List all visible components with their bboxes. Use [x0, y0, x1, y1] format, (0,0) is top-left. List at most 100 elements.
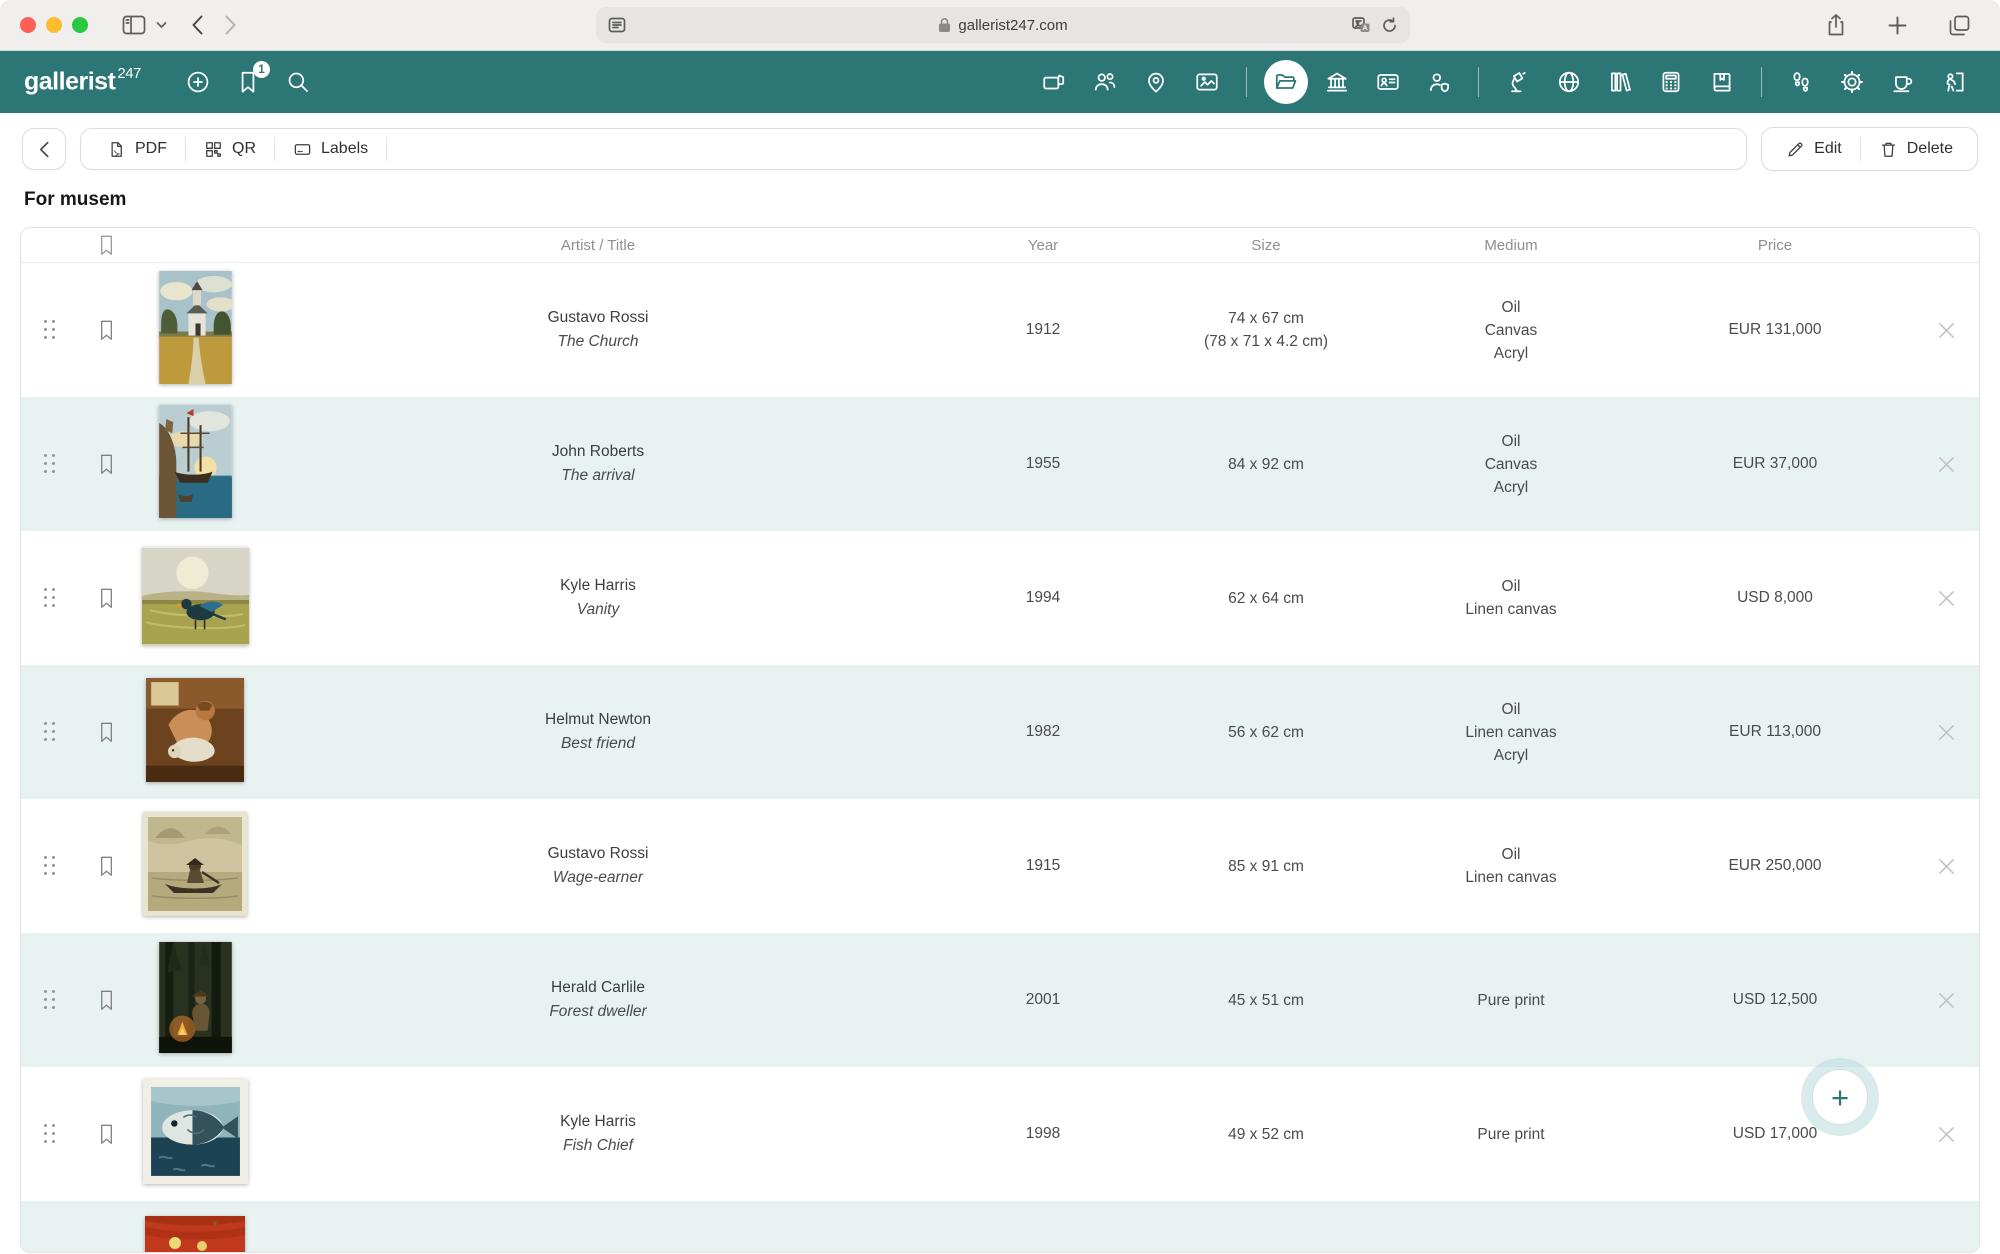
page-title: For musem	[24, 189, 2000, 211]
pdf-button[interactable]: PDF	[89, 129, 185, 169]
artwork-title: Vanity	[257, 598, 939, 622]
delete-button[interactable]: Delete	[1861, 128, 1971, 170]
artwork-thumbnail[interactable]	[159, 942, 232, 1053]
sidebar-dropdown-button[interactable]	[156, 21, 167, 29]
nav-consultants[interactable]	[1417, 60, 1461, 104]
table-row[interactable]: Herald Carlile Forest dweller 2001 45 x …	[21, 933, 1979, 1067]
user-shield-icon	[1426, 69, 1452, 95]
nav-catalog[interactable]	[1700, 60, 1744, 104]
new-tab-button[interactable]	[1888, 16, 1907, 35]
labels-button[interactable]: Labels	[275, 129, 386, 169]
row-bookmark-icon[interactable]	[96, 854, 117, 879]
artwork-thumbnail[interactable]	[146, 678, 244, 782]
row-bookmark-icon[interactable]	[96, 988, 117, 1013]
row-bookmark-icon[interactable]	[96, 1122, 117, 1147]
remove-icon[interactable]	[1936, 454, 1957, 475]
bookmarks-button[interactable]: 1	[235, 69, 261, 95]
table-row[interactable]: Helmut Newton Best friend 1982 56 x 62 c…	[21, 665, 1979, 799]
search-button[interactable]	[285, 69, 311, 95]
nav-logout[interactable]	[1932, 60, 1976, 104]
row-bookmark-icon[interactable]	[96, 586, 117, 611]
minimize-window-button[interactable]	[46, 17, 62, 33]
artwork-title: Forest dweller	[257, 1000, 939, 1024]
remove-icon[interactable]	[1936, 1124, 1957, 1145]
edit-delete-group: Edit Delete	[1761, 127, 1978, 171]
address-bar[interactable]: gallerist247.com	[596, 7, 1410, 43]
page-toolbar: PDF QR Labels Edit Delete	[22, 127, 1978, 171]
add-artwork-fab[interactable]: +	[1801, 1058, 1879, 1136]
artwork-thumbnail[interactable]	[145, 1216, 245, 1254]
row-bookmark-icon[interactable]	[96, 318, 117, 343]
pdf-button-label: PDF	[135, 140, 167, 158]
nav-globe[interactable]	[1547, 60, 1591, 104]
artwork-thumbnail[interactable]	[159, 405, 232, 518]
label-icon	[293, 140, 312, 159]
nav-library[interactable]	[1598, 60, 1642, 104]
translate-icon[interactable]	[1352, 17, 1371, 33]
table-row[interactable]: Gustavo Rossi Wage-earner 1915 85 x 91 c…	[21, 799, 1979, 933]
artwork-price: USD 17,000	[1637, 1125, 1913, 1143]
share-button[interactable]	[1826, 13, 1846, 37]
nav-collections[interactable]	[1264, 60, 1308, 104]
remove-icon[interactable]	[1936, 588, 1957, 609]
drag-handle-icon[interactable]	[44, 990, 56, 1010]
remove-icon[interactable]	[1936, 990, 1957, 1011]
nav-locations[interactable]	[1134, 60, 1178, 104]
drag-handle-icon[interactable]	[44, 722, 56, 742]
table-row[interactable]	[21, 1201, 1979, 1253]
artist-name: John Roberts	[257, 440, 939, 464]
sidebar-toggle-button[interactable]	[122, 15, 146, 35]
table-row[interactable]: John Roberts The arrival 1955 84 x 92 cm…	[21, 397, 1979, 531]
drag-handle-icon[interactable]	[44, 856, 56, 876]
nav-divider	[1246, 67, 1247, 97]
artist-name: Gustavo Rossi	[257, 306, 939, 330]
artwork-title: Best friend	[257, 732, 939, 756]
zoom-window-button[interactable]	[72, 17, 88, 33]
table-row[interactable]: Kyle Harris Fish Chief 1998 49 x 52 cm P…	[21, 1067, 1979, 1201]
table-row[interactable]: Kyle Harris Vanity 1994 62 x 64 cm OilLi…	[21, 531, 1979, 665]
reader-controls[interactable]	[608, 17, 626, 33]
nav-contacts[interactable]	[1083, 60, 1127, 104]
artwork-thumbnail[interactable]	[159, 271, 232, 384]
drag-handle-icon[interactable]	[44, 320, 56, 340]
drag-handle-icon[interactable]	[44, 1124, 56, 1144]
back-navigation-button[interactable]	[22, 128, 66, 170]
edit-button[interactable]: Edit	[1768, 128, 1860, 170]
remove-icon[interactable]	[1936, 856, 1957, 877]
qr-button[interactable]: QR	[186, 129, 274, 169]
back-button[interactable]	[191, 14, 204, 36]
nav-artworks[interactable]	[1032, 60, 1076, 104]
tab-overview-button[interactable]	[1949, 15, 1970, 36]
nav-coffee[interactable]	[1881, 60, 1925, 104]
remove-icon[interactable]	[1936, 722, 1957, 743]
mail-image-icon	[1194, 69, 1220, 95]
remove-icon[interactable]	[1936, 320, 1957, 341]
artwork-thumbnail[interactable]	[142, 547, 249, 645]
nav-mail[interactable]	[1185, 60, 1229, 104]
reload-icon[interactable]	[1381, 17, 1398, 34]
row-bookmark-icon[interactable]	[96, 720, 117, 745]
coffee-cup-icon	[1890, 69, 1916, 95]
forward-button[interactable]	[224, 14, 237, 36]
artwork-medium: OilLinen canvas	[1385, 843, 1637, 889]
nav-lamp[interactable]	[1496, 60, 1540, 104]
artwork-year: 2001	[939, 991, 1147, 1009]
close-window-button[interactable]	[20, 17, 36, 33]
artwork-thumbnail[interactable]	[143, 1079, 248, 1184]
drag-handle-icon[interactable]	[44, 454, 56, 474]
plus-icon	[1888, 16, 1907, 35]
nav-id-cards[interactable]	[1366, 60, 1410, 104]
nav-footprints[interactable]	[1779, 60, 1823, 104]
artwork-thumbnail[interactable]	[143, 812, 247, 916]
column-price: Price	[1637, 237, 1913, 254]
artwork-price: USD 12,500	[1637, 991, 1913, 1009]
nav-settings[interactable]	[1830, 60, 1874, 104]
nav-institutions[interactable]	[1315, 60, 1359, 104]
drag-handle-icon[interactable]	[44, 588, 56, 608]
main-navigation	[1032, 60, 1976, 104]
nav-calculator[interactable]	[1649, 60, 1693, 104]
add-button[interactable]	[185, 69, 211, 95]
row-bookmark-icon[interactable]	[96, 452, 117, 477]
artwork-medium: OilLinen canvas	[1385, 575, 1637, 621]
table-row[interactable]: Gustavo Rossi The Church 1912 74 x 67 cm…	[21, 263, 1979, 397]
